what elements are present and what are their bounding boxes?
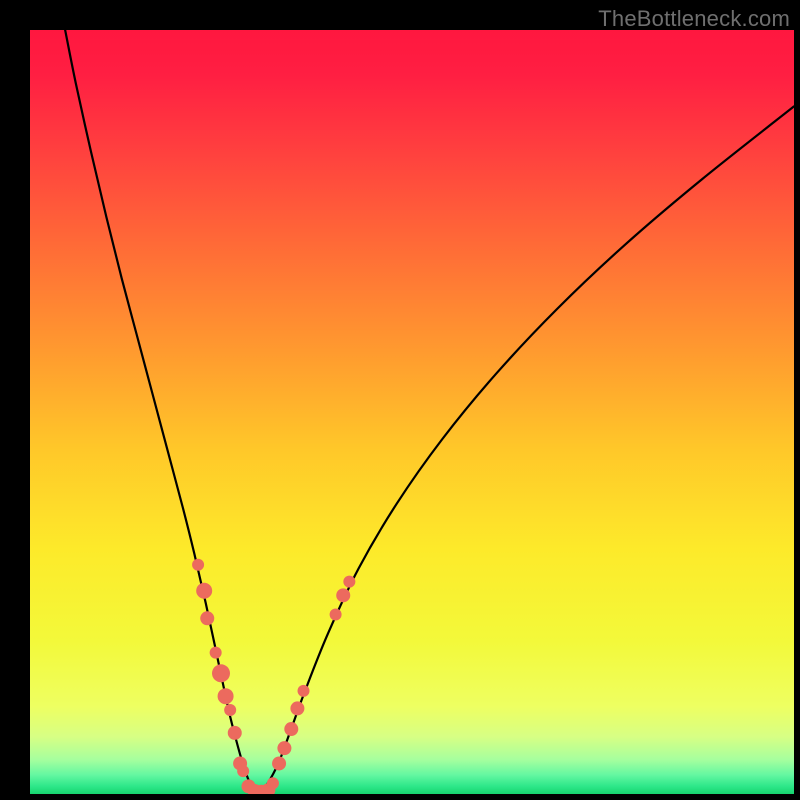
data-point: [277, 741, 291, 755]
data-point: [228, 726, 242, 740]
chart-frame: [30, 30, 794, 794]
watermark-text: TheBottleneck.com: [598, 6, 790, 32]
data-point: [237, 765, 249, 777]
data-point: [272, 756, 286, 770]
data-point: [200, 611, 214, 625]
data-point: [218, 688, 234, 704]
data-point: [290, 701, 304, 715]
data-point: [196, 583, 212, 599]
data-point: [298, 685, 310, 697]
data-point: [192, 559, 204, 571]
data-point: [212, 664, 230, 682]
data-point: [210, 647, 222, 659]
data-point: [284, 722, 298, 736]
chart-svg: [30, 30, 794, 794]
data-point: [330, 608, 342, 620]
chart-background: [30, 30, 794, 794]
data-point: [336, 588, 350, 602]
data-point: [267, 777, 279, 789]
data-point: [224, 704, 236, 716]
data-point: [343, 576, 355, 588]
